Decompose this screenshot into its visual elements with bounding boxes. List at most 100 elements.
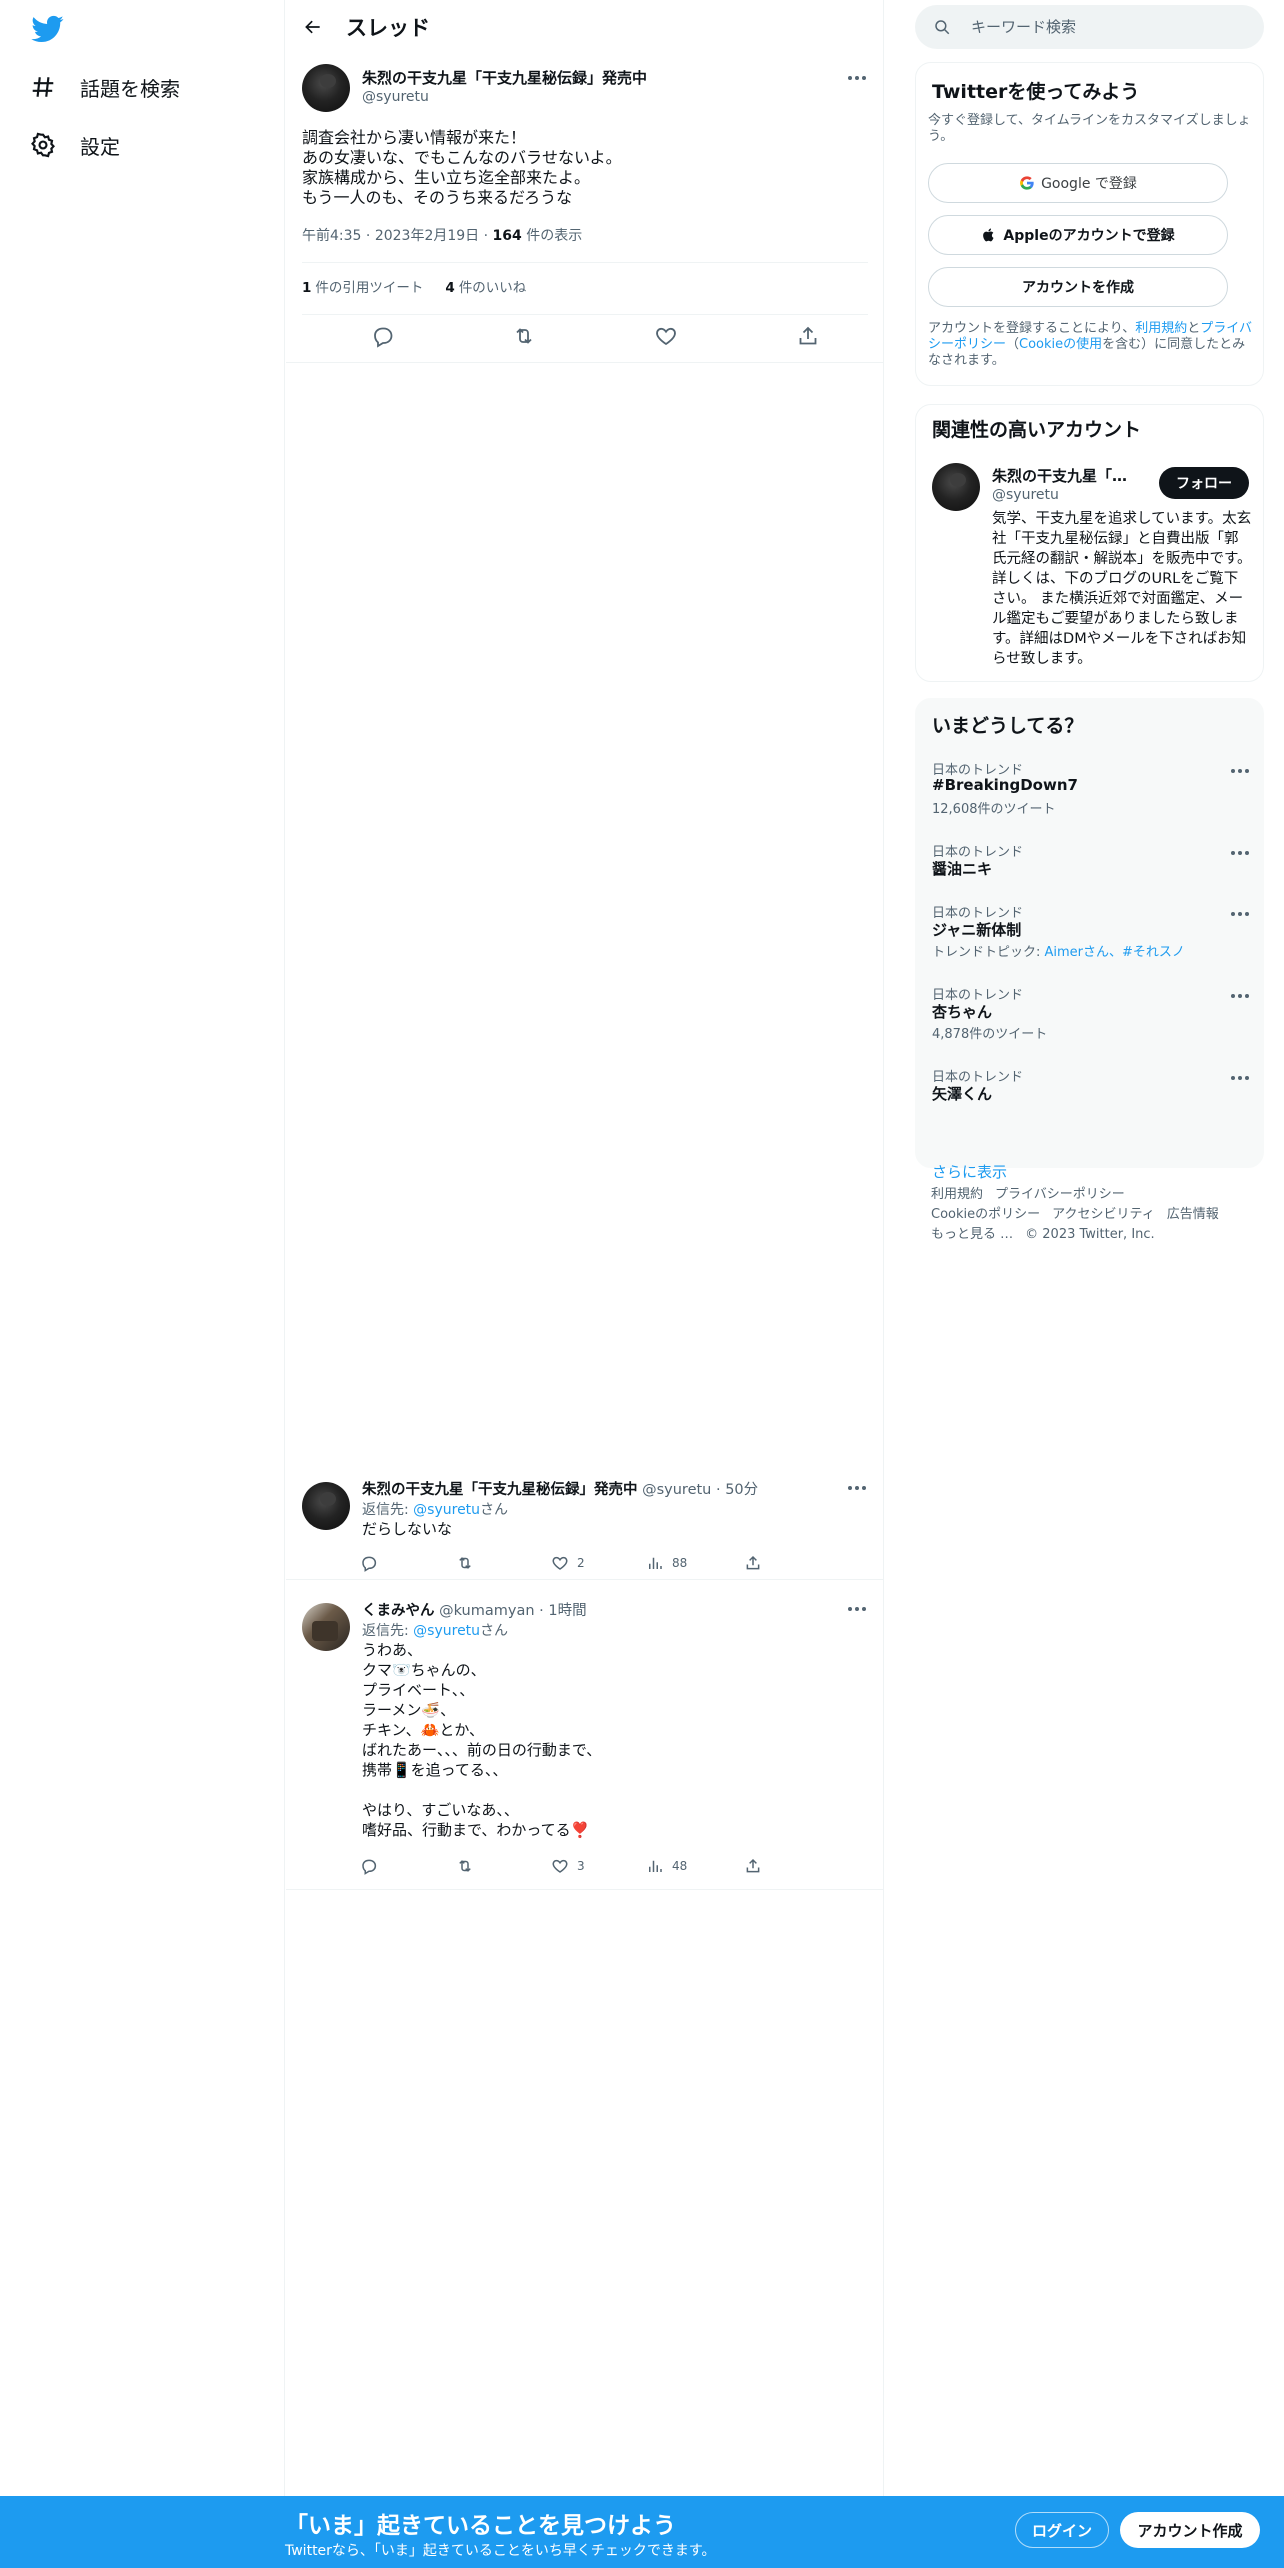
share-icon[interactable] [796,324,822,350]
footer-terms-link[interactable]: 利用規約 [931,1187,983,1202]
search-input[interactable] [971,18,1251,36]
trend-item[interactable]: 日本のトレンド #BreakingDown7 12,608件のツイート [916,759,1265,819]
avatar[interactable] [302,1603,350,1651]
tweet-text-line: あの女凄いな、でもこんなのバラせないよ。 [302,148,622,167]
reply-header: くまみやん @kumamyan · 1時間 [362,1599,587,1620]
twitter-logo-icon[interactable] [30,12,64,46]
trend-meta: 4,878件のツイート [932,1027,1048,1042]
like-button[interactable]: 3 [551,1857,585,1875]
more-icon[interactable] [848,68,866,88]
back-arrow-icon[interactable] [296,10,330,44]
apple-signup-button[interactable]: Appleのアカウントで登録 [928,215,1228,255]
trend-item[interactable]: 日本のトレンド 杏ちゃん 4,878件のツイート [916,984,1265,1044]
related-title: 関連性の高いアカウント [932,419,1142,441]
footer-privacy-link[interactable]: プライバシーポリシー [995,1187,1125,1202]
quote-tweets-stat[interactable]: 1 件の引用ツイート [302,276,423,296]
signup-button[interactable]: アカウント作成 [1120,2512,1260,2548]
avatar[interactable] [932,463,980,511]
trend-meta: トレンドトピック: Aimerさん、#それスノ [932,941,1185,960]
page-title: スレッド [346,16,430,40]
footer-ads-link[interactable]: 広告情報 [1167,1207,1219,1222]
create-account-button[interactable]: アカウントを作成 [928,267,1228,307]
trend-name: #BreakingDown7 [932,776,1078,794]
author-handle[interactable]: @syuretu [362,89,429,105]
more-icon[interactable] [1231,761,1249,781]
trend-topic-links[interactable]: Aimerさん、#それスノ [1045,945,1185,960]
related-account-handle[interactable]: @syuretu [992,487,1059,503]
cookie-link[interactable]: Cookieの使用 [1019,337,1102,352]
trend-item[interactable]: 日本のトレンド ジャニ新体制 トレンドトピック: Aimerさん、#それスノ [916,902,1265,962]
tweet-actions: 3 48 [362,1857,842,1877]
avatar[interactable] [302,64,350,112]
share-icon [746,1858,760,1873]
thread-header: スレッド [286,0,884,54]
signup-title: Twitterを使ってみよう [932,81,1140,103]
nav-explore-label: 話題を検索 [80,76,180,101]
more-icon[interactable] [848,1599,866,1619]
login-button[interactable]: ログイン [1015,2512,1109,2548]
bottom-bar-subtitle: Twitterなら、「いま」起きていることをいち早くチェックできます。 [285,2543,716,2559]
reply-button[interactable] [360,1857,378,1875]
views-button[interactable]: 88 [646,1554,687,1572]
reply-to-handle[interactable]: @syuretu [413,1502,480,1518]
more-icon[interactable] [1231,986,1249,1006]
author-handle[interactable]: @kumamyan [439,1603,534,1619]
author-handle[interactable]: @syuretu [642,1482,711,1498]
footer-accessibility-link[interactable]: アクセシビリティ [1052,1207,1155,1222]
views-button[interactable]: 48 [646,1857,687,1875]
reply-tweet[interactable]: 朱烈の干支九星「干支九星秘伝録」発売中 @syuretu · 50分 返信先: … [286,1478,884,1580]
follow-button[interactable]: フォロー [1159,467,1249,499]
like-button[interactable]: 2 [551,1554,585,1572]
views-count: 88 [672,1556,688,1570]
reply-to-handle[interactable]: @syuretu [413,1623,480,1639]
related-account-bio: 気学、干支九星を追求しています。太玄社「干支九星秘伝録」と自費出版「郭氏元経の翻… [992,511,1252,667]
legal-paren: （ [1006,337,1020,352]
author-name[interactable]: 朱烈の干支九星「干支九星秘伝録」発売中 [362,1482,638,1498]
show-more-link[interactable]: さらに表示 [932,1161,1007,1182]
reply-button[interactable] [360,1554,378,1572]
more-icon[interactable] [1231,904,1249,924]
nav-settings[interactable]: 設定 [30,125,120,165]
trend-name: 矢澤くん [932,1085,993,1103]
footer-more-link[interactable]: もっと見る … [931,1227,1013,1242]
nav-explore[interactable]: 話題を検索 [30,67,180,107]
related-account-name[interactable]: 朱烈の干支九星「干支九星秘伝録」発売中 [992,465,1142,486]
reply-icon[interactable] [371,324,397,350]
search-bar[interactable] [915,5,1264,49]
views-count: 48 [672,1859,688,1873]
reply-tweet[interactable]: くまみやん @kumamyan · 1時間 返信先: @syuretuさん うわ… [286,1599,884,1890]
more-icon[interactable] [848,1478,866,1498]
tweet-text-line: プライベート、、 [362,1681,475,1699]
tweet-time[interactable]: 午前4:35 [302,228,361,244]
share-icon [746,1555,760,1570]
terms-link[interactable]: 利用規約 [1135,321,1187,336]
like-icon [552,1556,568,1570]
quote-count: 1 [302,280,312,296]
retweet-button[interactable] [456,1554,474,1572]
share-button[interactable] [744,1857,762,1875]
divider [286,362,884,363]
retweet-icon[interactable] [512,324,538,350]
tweet-date[interactable]: 2023年2月19日 [375,228,479,244]
views-label: 件の表示 [526,228,583,244]
tweet-time[interactable]: · 1時間 [539,1603,586,1619]
more-icon[interactable] [1231,843,1249,863]
likes-stat[interactable]: 4 件のいいね [445,276,526,296]
tweet-time[interactable]: · 50分 [716,1482,758,1498]
author-name[interactable]: 朱烈の干支九星「干支九星秘伝録」発売中 [362,67,647,88]
like-icon[interactable] [654,324,680,350]
retweet-button[interactable] [456,1857,474,1875]
author-name[interactable]: くまみやん [362,1603,435,1619]
related-accounts-card: 関連性の高いアカウント 朱烈の干支九星「干支九星秘伝録」発売中 @syuretu… [915,404,1264,682]
avatar[interactable] [302,1482,350,1530]
tweet-text-line: 家族構成から、生い立ち迄全部来たよ。 [302,168,591,187]
footer-cookie-link[interactable]: Cookieのポリシー [931,1207,1040,1222]
analytics-icon [649,1860,662,1872]
more-icon[interactable] [1231,1068,1249,1088]
google-signup-button[interactable]: Google で登録 [928,163,1228,203]
share-button[interactable] [744,1554,762,1572]
tweet-text-line: 調査会社から凄い情報が来た！ [302,128,527,147]
trend-item[interactable]: 日本のトレンド 醤油ニキ [916,841,1265,881]
footer: 利用規約 プライバシーポリシー Cookieのポリシー アクセシビリティ 広告情報 も… [931,1185,1261,1245]
trend-item[interactable]: 日本のトレンド 矢澤くん [916,1066,1265,1106]
